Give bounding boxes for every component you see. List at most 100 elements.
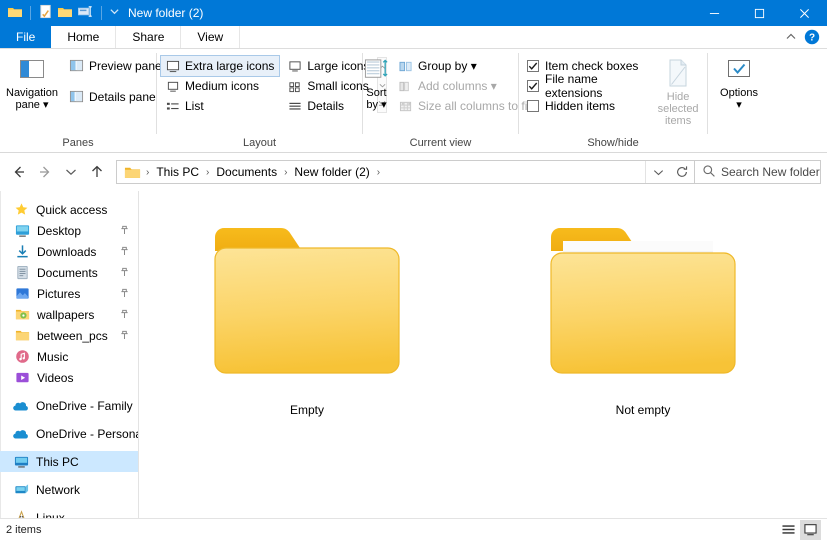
rename-icon[interactable] <box>77 4 94 22</box>
pin-icon[interactable] <box>120 308 129 322</box>
breadcrumb-bar[interactable]: › This PC › Documents › New folder (2) › <box>116 160 695 184</box>
layout-extra-large-icons[interactable]: Extra large icons <box>159 55 281 77</box>
search-icon <box>702 164 716 181</box>
refresh-button[interactable] <box>670 161 694 183</box>
tab-home[interactable]: Home <box>51 26 117 48</box>
list-item[interactable]: Empty <box>139 209 475 427</box>
maximize-button[interactable] <box>737 0 782 26</box>
folder-icon[interactable] <box>124 165 143 180</box>
options-button[interactable]: Options ▾ <box>711 54 767 111</box>
sidebar-item-label: Network <box>36 482 81 497</box>
hidden-items-checkbox[interactable] <box>527 100 539 112</box>
sidebar-item-downloads[interactable]: Downloads <box>0 241 138 262</box>
recent-locations-button[interactable] <box>58 159 84 185</box>
details-view-button[interactable] <box>778 520 799 540</box>
breadcrumb-item-this-pc[interactable]: This PC <box>152 163 203 181</box>
up-button[interactable] <box>84 159 110 185</box>
details-view-icon <box>782 525 795 534</box>
item-check-boxes-label: Item check boxes <box>545 59 639 73</box>
sidebar-item-label: Downloads <box>37 244 97 259</box>
path-dropdown-button[interactable] <box>646 161 670 183</box>
pin-icon[interactable] <box>120 266 129 280</box>
tab-share[interactable]: Share <box>116 26 182 48</box>
layout-details[interactable]: Details <box>283 96 374 116</box>
sidebar-item-pictures[interactable]: Pictures <box>0 283 138 304</box>
breadcrumb-item-new-folder-2[interactable]: New folder (2) <box>290 163 373 181</box>
sidebar-item-network[interactable]: Network <box>0 479 138 500</box>
breadcrumb-item-documents[interactable]: Documents <box>212 163 281 181</box>
onedrive-icon <box>13 426 29 442</box>
pin-icon[interactable] <box>120 329 129 343</box>
address-bar: › This PC › Documents › New folder (2) › <box>0 153 827 191</box>
item-name: Empty <box>289 403 324 417</box>
breadcrumb-separator-2: › <box>284 166 288 178</box>
sidebar-item-music[interactable]: Music <box>0 346 138 367</box>
list-item[interactable]: Not empty <box>475 209 811 427</box>
folder-icon <box>14 328 30 344</box>
breadcrumb-separator-3: › <box>376 166 381 178</box>
this-pc-icon <box>13 454 29 470</box>
explorer-body: Quick access Desktop Downloads Documents… <box>0 191 827 518</box>
sidebar-item-quick-access[interactable]: Quick access <box>0 199 138 220</box>
hidden-items-row[interactable]: Hidden items <box>523 96 645 116</box>
help-circle-icon[interactable]: ? <box>803 28 821 46</box>
tab-view[interactable]: View <box>181 26 241 48</box>
pin-icon[interactable] <box>120 245 129 259</box>
sidebar-item-desktop[interactable]: Desktop <box>0 220 138 241</box>
minimize-button[interactable] <box>692 0 737 26</box>
sidebar-item-onedrive-personal[interactable]: OneDrive - Personal <box>0 423 138 444</box>
window-controls <box>692 0 827 26</box>
large-icons-view-button[interactable] <box>800 519 821 540</box>
layout-medium-icons[interactable]: Medium icons <box>161 76 279 96</box>
ribbon-view-tab-content: Navigation pane ▾ Preview pane Details p… <box>0 49 827 153</box>
item-check-boxes-checkbox[interactable] <box>527 60 539 72</box>
sidebar-item-videos[interactable]: Videos <box>0 367 138 388</box>
search-input[interactable]: Search New folder... <box>695 160 821 184</box>
tab-file[interactable]: File <box>0 26 52 48</box>
file-list-view[interactable]: Empty Not empty <box>139 191 827 518</box>
layout-list[interactable]: List <box>161 96 279 116</box>
sidebar-item-this-pc[interactable]: This PC <box>0 451 138 472</box>
sort-by-button[interactable]: Sort by ▾ <box>363 54 390 111</box>
item-name: Not empty <box>615 403 671 417</box>
group-by-button[interactable]: Group by ▾ <box>394 56 536 76</box>
forward-button[interactable] <box>32 159 58 185</box>
navigation-pane-button[interactable]: Navigation pane ▾ <box>6 54 58 111</box>
sidebar-gap-4 <box>0 472 138 479</box>
preview-pane-button[interactable]: Preview pane <box>64 56 167 76</box>
arrow-up-icon <box>92 165 102 177</box>
layout-small-icons[interactable]: Small icons <box>283 76 374 96</box>
add-columns-button[interactable]: Add columns ▾ <box>394 76 536 96</box>
sidebar-item-documents[interactable]: Documents <box>0 262 138 283</box>
file-name-extensions-row[interactable]: File name extensions <box>523 72 645 100</box>
file-name-extensions-checkbox[interactable] <box>527 80 539 92</box>
sort-by-label-line2: by ▾ <box>366 99 387 111</box>
sidebar-item-label: Quick access <box>36 202 108 217</box>
sidebar-item-between-pcs[interactable]: between_pcs <box>0 325 138 346</box>
large-icons-view-icon <box>804 524 817 536</box>
sidebar-item-label: OneDrive - Personal <box>36 426 139 441</box>
close-button[interactable] <box>782 0 827 26</box>
details-pane-button[interactable]: Details pane <box>64 87 167 107</box>
customize-chevron-icon[interactable] <box>109 6 120 20</box>
layout-medium-icons-label: Medium icons <box>185 79 260 93</box>
chevron-up-icon[interactable] <box>781 27 801 47</box>
sidebar-item-linux[interactable]: Linux <box>0 507 138 518</box>
layout-large-icons[interactable]: Large icons <box>283 56 374 76</box>
folder-icon[interactable] <box>7 4 23 23</box>
new-folder-icon[interactable] <box>57 4 73 23</box>
details-pane-label: Details pane <box>88 90 156 104</box>
hide-selected-items-button[interactable]: Hide selected items <box>649 54 707 127</box>
pin-icon[interactable] <box>120 224 129 238</box>
sidebar-item-label: This PC <box>36 454 79 469</box>
properties-icon[interactable] <box>38 4 53 22</box>
pin-icon[interactable] <box>120 287 129 301</box>
sidebar-item-wallpapers[interactable]: wallpapers <box>0 304 138 325</box>
sidebar-item-label: Documents <box>37 265 98 280</box>
size-all-columns-button[interactable]: Size all columns to fit <box>394 96 536 116</box>
size-all-columns-label: Size all columns to fit <box>418 99 531 113</box>
ribbon-tab-actions: ? <box>781 26 827 48</box>
back-button[interactable] <box>6 159 32 185</box>
hide-items-icon <box>669 59 687 87</box>
sidebar-item-onedrive-family[interactable]: OneDrive - Family <box>0 395 138 416</box>
